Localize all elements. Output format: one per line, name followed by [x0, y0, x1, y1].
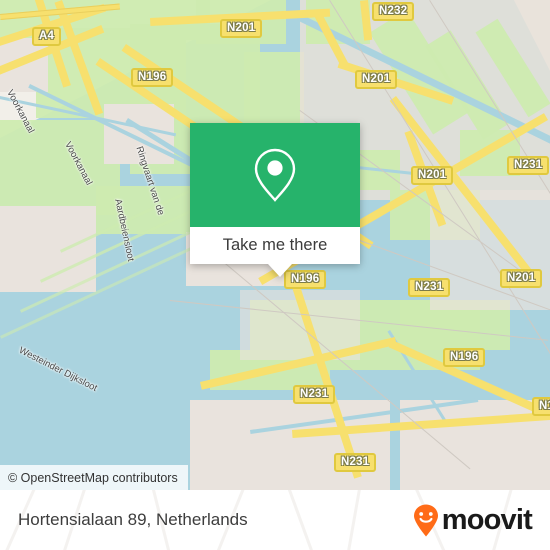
road-shield: N231 — [507, 156, 550, 175]
map-canvas[interactable]: N232 N201 A4 N196 N201 N201 N231 N196 N231 N201 N2… — [0, 0, 550, 490]
road-shield: N196 — [131, 68, 174, 87]
road-shield: N19 — [532, 397, 550, 416]
moovit-location-card-screen: N232 N201 A4 N196 N201 N201 N231 N196 N231 N201 N2… — [0, 0, 550, 550]
road-shield: N231 — [408, 278, 451, 297]
road-shield: N201 — [411, 166, 454, 185]
footer-bar: Hortensialaan 89, Netherlands moovit — [0, 490, 550, 550]
road-shield: N231 — [293, 385, 336, 404]
osm-attribution[interactable]: © OpenStreetMap contributors — [0, 465, 188, 490]
road-shield: N196 — [443, 348, 486, 367]
road-shield: N231 — [334, 453, 377, 472]
road-shield: N201 — [355, 70, 398, 89]
moovit-logo[interactable]: moovit — [412, 503, 533, 537]
road-shield: N201 — [500, 269, 543, 288]
address-label: Hortensialaan 89, Netherlands — [18, 510, 248, 529]
take-me-there-button[interactable]: Take me there — [190, 227, 360, 264]
moovit-smiley-pin-icon — [413, 504, 438, 536]
callout-pointer — [268, 264, 292, 277]
location-callout-card[interactable]: Take me there — [190, 123, 360, 277]
road-shield: N201 — [220, 19, 263, 38]
road-shield: N232 — [372, 2, 415, 21]
moovit-wordmark: moovit — [441, 503, 533, 536]
map-pin-icon — [254, 148, 296, 202]
callout-header — [190, 123, 360, 227]
road-shield: A4 — [32, 27, 62, 46]
